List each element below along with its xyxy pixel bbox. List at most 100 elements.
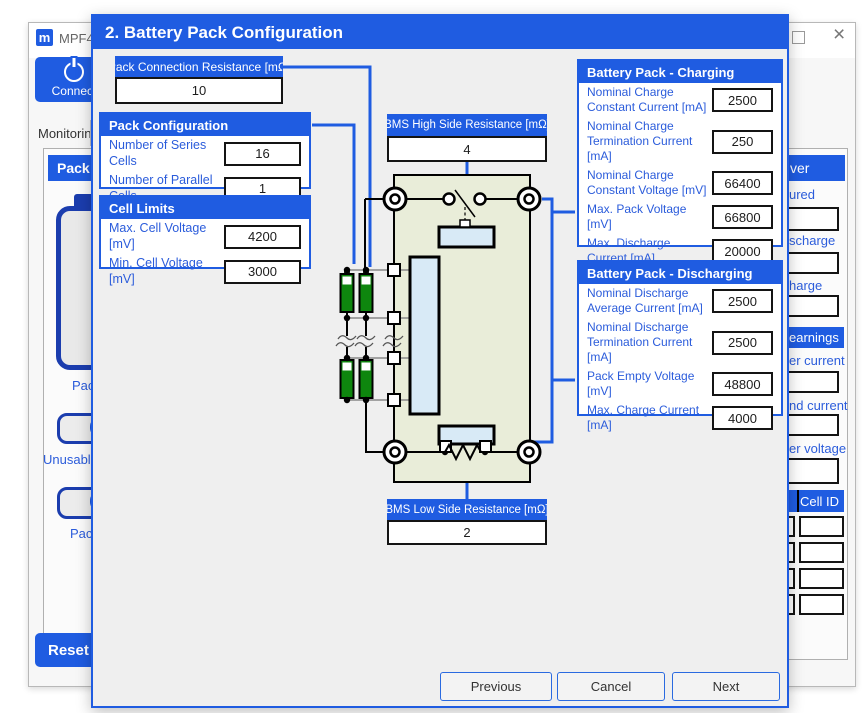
pack-empty-voltage-input[interactable]: 48800 [712, 372, 773, 396]
dialog-titlebar: 2. Battery Pack Configuration [93, 16, 787, 49]
high-side-switch-icon [444, 190, 486, 221]
current-input-2[interactable] [782, 414, 839, 436]
discharge-termination-current-input[interactable]: 2500 [712, 331, 773, 355]
charge-termination-current-input[interactable]: 250 [712, 130, 773, 154]
break-marks [336, 336, 403, 347]
cell-id-input-3[interactable] [799, 568, 844, 589]
min-cell-voltage-row: Min. Cell Voltage [mV] 3000 [101, 254, 309, 289]
pack-terminal-icon [384, 441, 406, 463]
max-cell-voltage-label: Max. Cell Voltage [mV] [109, 221, 224, 252]
cell-id-input-1[interactable] [799, 516, 844, 537]
learnings-header-label: earnings [789, 330, 839, 345]
charge-constant-voltage-label: Nominal Charge Constant Voltage [mV] [587, 168, 712, 198]
cell-id-divider [797, 490, 799, 512]
power-header-label: ver [790, 160, 809, 176]
shunt-block [439, 426, 494, 444]
charge-termination-current-label: Nominal Charge Termination Current [mA] [587, 119, 712, 164]
min-cell-voltage-input[interactable]: 3000 [224, 260, 301, 284]
max-cell-voltage-input[interactable]: 4200 [224, 225, 301, 249]
bms-low-side-input[interactable]: 2 [387, 520, 547, 545]
battery-cell-icon [341, 271, 354, 312]
reset-button-label: Reset I [48, 642, 97, 659]
battery-cell-icon [341, 357, 354, 398]
bms-high-side-input[interactable]: 4 [387, 136, 547, 162]
max-charge-current-input[interactable]: 4000 [712, 406, 773, 430]
measured-input[interactable] [782, 207, 839, 231]
cell-id-input-2[interactable] [799, 542, 844, 563]
pack-terminal-icon [518, 188, 540, 210]
measured-label-fragment: ured [789, 187, 815, 202]
voltage-input[interactable] [782, 458, 839, 484]
discharge-average-current-row: Nominal Discharge Average Current [mA] 2… [579, 284, 781, 318]
cell-id-header-label: Cell ID [800, 494, 839, 509]
max-pack-voltage-input[interactable]: 66800 [712, 205, 773, 229]
charge-constant-voltage-input[interactable]: 66400 [712, 171, 773, 195]
charge-constant-voltage-row: Nominal Charge Constant Voltage [mV] 664… [579, 166, 781, 200]
cell-tap-wires [347, 270, 410, 400]
bms-low-side-label: BMS Low Side Resistance [mΩ] [387, 504, 547, 516]
battery-cell-icon [360, 357, 373, 398]
shunt-pin-left [440, 441, 451, 452]
max-cell-voltage-row: Max. Cell Voltage [mV] 4200 [101, 219, 309, 254]
voltage-label-fragment: er voltage [789, 441, 846, 456]
pack-terminal-icon [384, 188, 406, 210]
cell-tap-squares [388, 264, 400, 406]
battery-pack-discharging-panel: Battery Pack - Discharging Nominal Disch… [577, 260, 783, 416]
pack-connection-resistance-input[interactable]: 10 [115, 77, 283, 104]
battery-cell-icons [341, 271, 373, 398]
next-button[interactable]: Next [672, 672, 780, 701]
bms-ic-block [410, 257, 439, 414]
pack-empty-voltage-row: Pack Empty Voltage [mV] 48800 [579, 367, 781, 401]
charge-input[interactable] [782, 295, 839, 317]
max-charge-current-label: Max. Charge Current [mA] [587, 403, 712, 433]
pack-connection-resistance-label: Pack Connection Resistance [mΩ] [115, 60, 283, 74]
previous-button[interactable]: Previous [440, 672, 552, 701]
pack-configuration-header: Pack Configuration [101, 114, 309, 136]
discharge-input[interactable] [782, 252, 839, 274]
cell-id-input-4[interactable] [799, 594, 844, 615]
battery-pack-discharging-header: Battery Pack - Discharging [579, 262, 781, 284]
charge-label-fragment: harge [789, 278, 822, 293]
connect-label: Connect [52, 84, 97, 98]
cell-limits-header: Cell Limits [101, 197, 309, 219]
battery-pack-charging-panel: Battery Pack - Charging Nominal Charge C… [577, 59, 783, 247]
charge-constant-current-input[interactable]: 2500 [712, 88, 773, 112]
app-logo: m [36, 29, 53, 46]
battery-cell-icon [360, 271, 373, 312]
bms-high-side-label: BMS High Side Resistance [mΩ] [387, 119, 547, 131]
max-pack-voltage-label: Max. Pack Voltage [mV] [587, 202, 712, 232]
battery-pack-configuration-dialog: 2. Battery Pack Configuration Pack Conne… [91, 14, 789, 708]
series-cells-row: Number of Series Cells 16 [101, 136, 309, 171]
max-pack-voltage-row: Max. Pack Voltage [mV] 66800 [579, 200, 781, 234]
discharge-termination-current-row: Nominal Discharge Termination Current [m… [579, 318, 781, 367]
series-cells-input[interactable]: 16 [224, 142, 301, 166]
junction-dots [344, 267, 488, 455]
current-input-1[interactable] [782, 371, 839, 393]
bms-low-side-header: BMS Low Side Resistance [mΩ] [387, 499, 547, 520]
gate-driver-block [439, 227, 494, 247]
charge-constant-current-row: Nominal Charge Constant Current [mA] 250… [579, 83, 781, 117]
maximize-icon[interactable] [792, 31, 805, 44]
shunt-pin-right [480, 441, 491, 452]
sense-resistor-icon [445, 445, 481, 459]
cancel-button[interactable]: Cancel [557, 672, 665, 701]
close-icon[interactable]: × [833, 24, 845, 46]
battery-pack-charging-header: Battery Pack - Charging [579, 61, 781, 83]
unusable-label-fragment: Unusabl [43, 452, 91, 467]
charge-constant-current-label: Nominal Charge Constant Current [mA] [587, 85, 712, 115]
discharge-label-fragment: scharge [789, 233, 835, 248]
current-label-fragment-2: nd current [789, 398, 848, 413]
pack-label-fragment-2: Pac [70, 526, 92, 541]
circuit-wires [347, 199, 529, 452]
pack-configuration-panel: Pack Configuration Number of Series Cell… [99, 112, 311, 189]
max-charge-current-row: Max. Charge Current [mA] 4000 [579, 401, 781, 435]
bms-high-side-header: BMS High Side Resistance [mΩ] [387, 114, 547, 136]
discharge-average-current-input[interactable]: 2500 [712, 289, 773, 313]
charge-termination-current-row: Nominal Charge Termination Current [mA] … [579, 117, 781, 166]
pack-empty-voltage-label: Pack Empty Voltage [mV] [587, 369, 712, 399]
pack-terminal-icon [518, 441, 540, 463]
discharge-termination-current-label: Nominal Discharge Termination Current [m… [587, 320, 712, 365]
cell-limits-panel: Cell Limits Max. Cell Voltage [mV] 4200 … [99, 195, 311, 269]
power-icon [64, 62, 84, 82]
bms-board [394, 175, 530, 482]
